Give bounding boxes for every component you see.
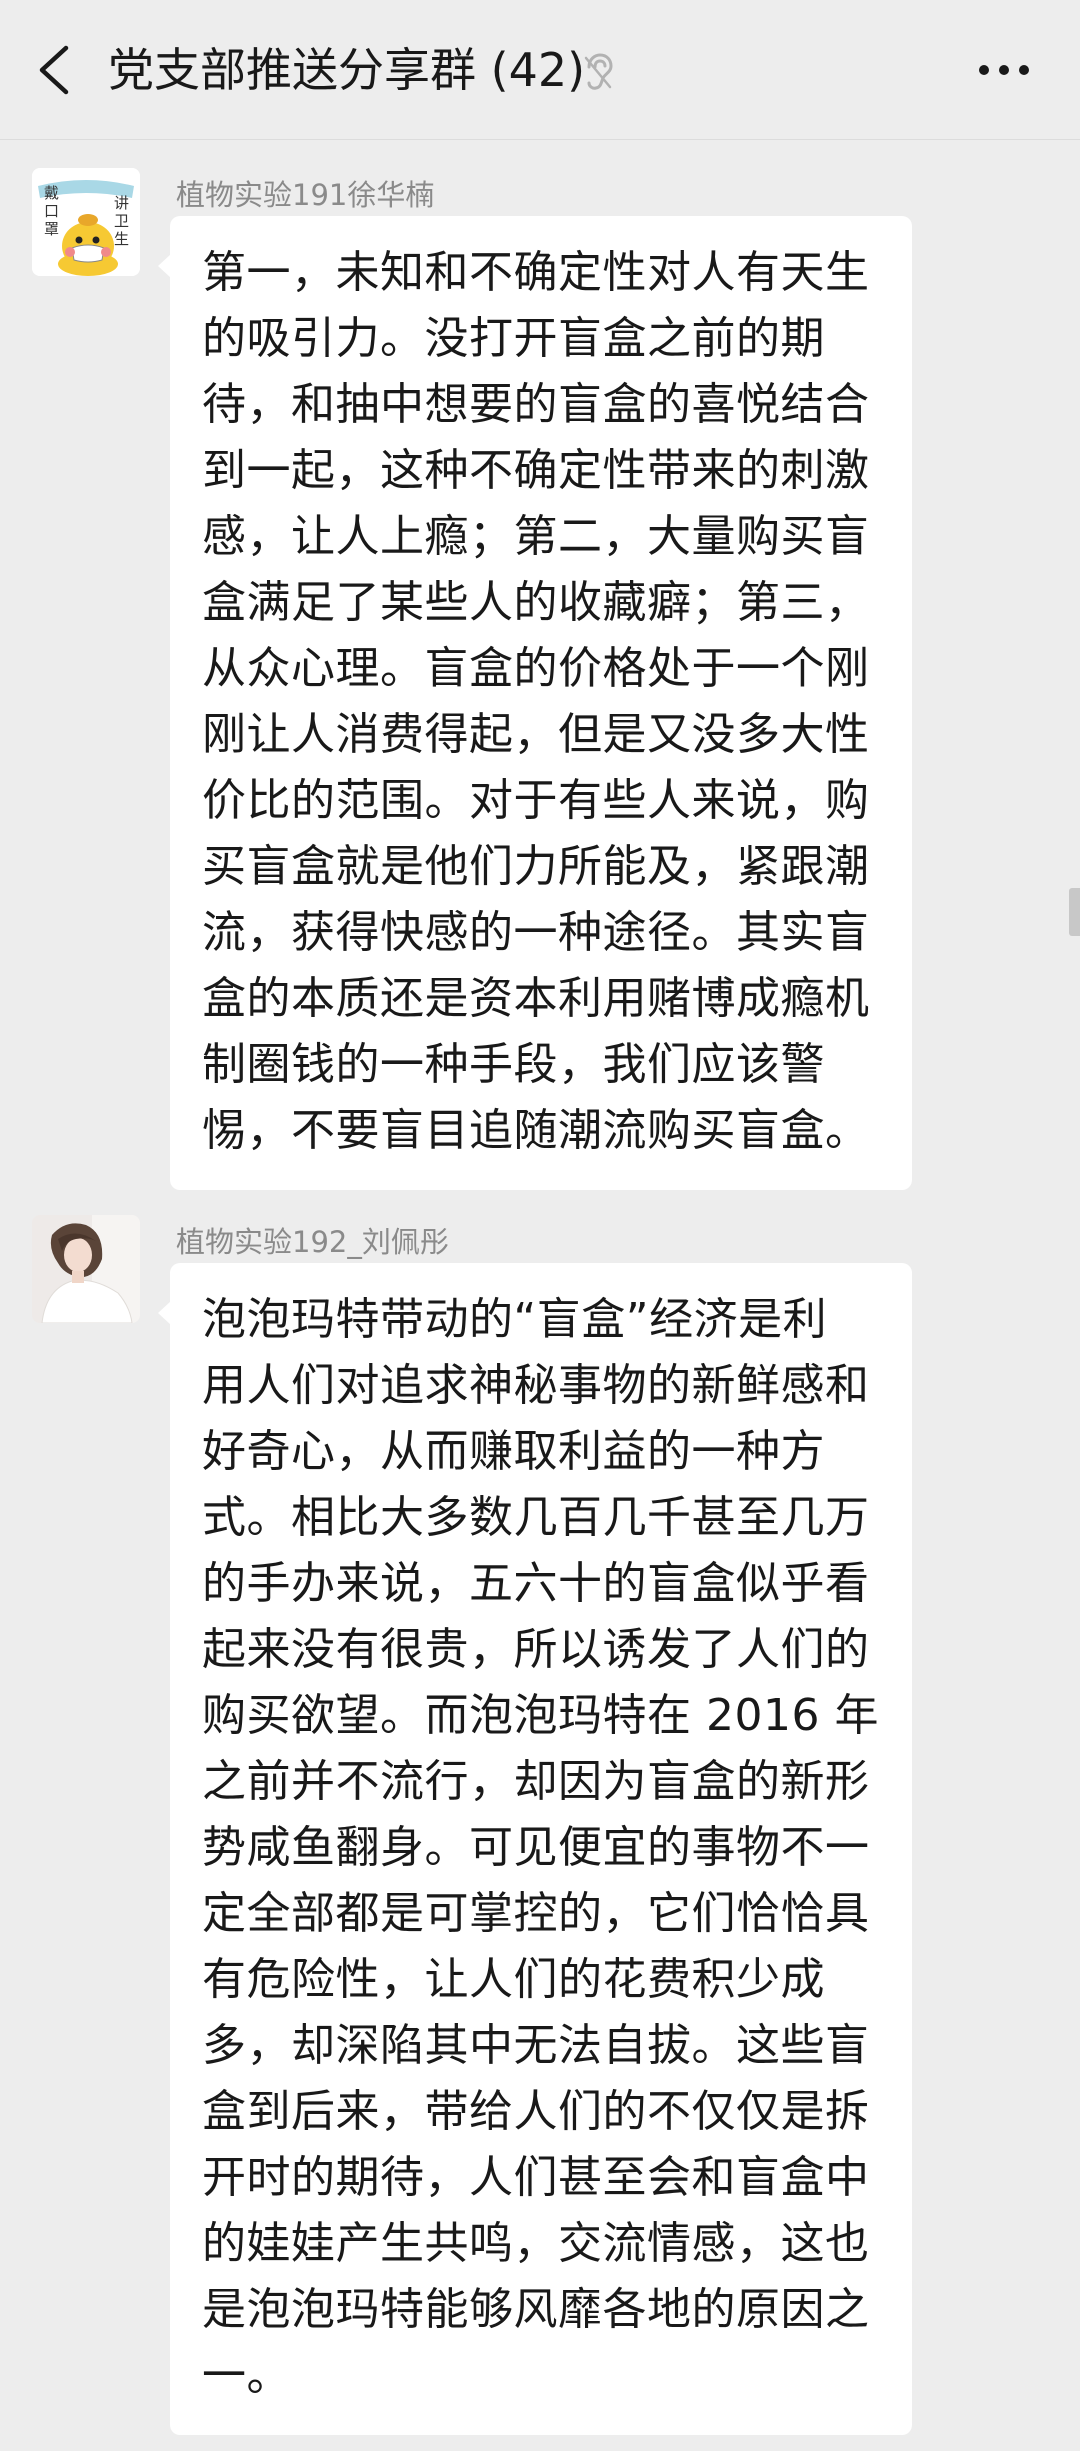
message-text: 第一，未知和不确定性对人有天生 的吸引力。没打开盲盒之前的期 待，和抽中想要的盲…	[202, 247, 870, 1156]
message-bubble[interactable]: 泡泡玛特带动的“盲盒”经济是利 用人们对追求神秘事物的新鲜感和 好奇心，从而赚取…	[158, 1263, 912, 2435]
message-bubble[interactable]: 第一，未知和不确定性对人有天生 的吸引力。没打开盲盒之前的期 待，和抽中想要的盲…	[158, 216, 912, 1190]
chat-title: 党支部推送分享群 (42)	[108, 43, 586, 97]
sender-avatar[interactable]: 戴 口 罩 讲 卫 生	[32, 168, 140, 276]
scrollbar-handle[interactable]	[1069, 888, 1080, 936]
sender-name: 植物实验191徐华楠	[176, 178, 435, 212]
avatar-char-1: 戴	[44, 184, 59, 202]
avatar-char-2: 口	[44, 202, 59, 220]
avatar-char-3: 罩	[44, 220, 59, 238]
sender-name: 植物实验192_刘佩彤	[176, 1225, 449, 1259]
girl-photo-avatar	[32, 1215, 140, 1323]
title-bar: 党支部推送分享群 (42)	[0, 0, 1080, 140]
chevron-left-icon	[39, 45, 69, 95]
ear-muted-icon	[580, 52, 616, 92]
avatar-char-5: 卫	[114, 212, 129, 230]
message-text: 泡泡玛特带动的“盲盒”经济是利 用人们对追求神秘事物的新鲜感和 好奇心，从而赚取…	[202, 1294, 879, 2401]
more-options-button[interactable]	[972, 46, 1036, 94]
more-dots-icon	[979, 65, 1029, 75]
sender-avatar[interactable]	[32, 1215, 140, 1323]
avatar-char-6: 生	[114, 230, 129, 248]
avatar-char-4: 讲	[114, 194, 129, 212]
mask-duck-avatar: 戴 口 罩 讲 卫 生	[32, 168, 140, 276]
back-button[interactable]	[28, 38, 84, 102]
